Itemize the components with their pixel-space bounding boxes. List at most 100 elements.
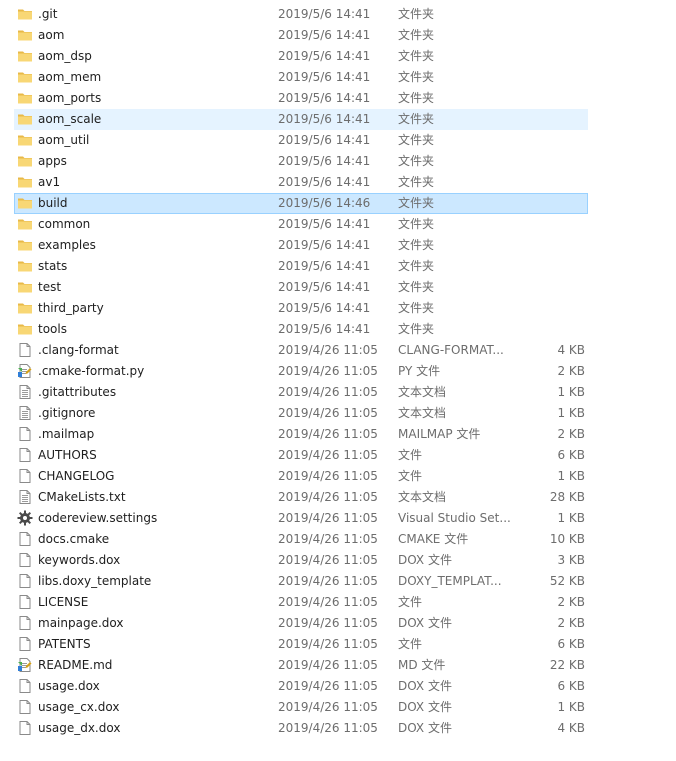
file-row[interactable]: stats 2019/5/6 14:41 文件夹 <box>14 256 588 277</box>
file-date-modified: 2019/4/26 11:05 <box>278 406 378 420</box>
file-date-modified: 2019/4/26 11:05 <box>278 679 378 693</box>
file-type: 文本文档 <box>398 385 447 399</box>
text-file-icon <box>17 404 35 423</box>
file-date-modified: 2019/5/6 14:41 <box>278 322 371 336</box>
file-type: 文件夹 <box>398 70 435 84</box>
file-row[interactable]: .git 2019/5/6 14:41 文件夹 <box>14 4 588 25</box>
folder-icon <box>17 299 35 318</box>
file-name: test <box>38 280 62 294</box>
file-date-modified: 2019/5/6 14:41 <box>278 175 371 189</box>
file-row[interactable]: .clang-format 2019/4/26 11:05 CLANG-FORMAT… <box>14 340 588 361</box>
folder-icon <box>17 89 35 108</box>
file-type: 文件夹 <box>398 259 435 273</box>
file-row[interactable]: .cmake-format.py 2019/4/26 11:05 PY 文件 2 KB <box>14 361 588 382</box>
file-row[interactable]: CMakeLists.txt 2019/4/26 11:05 文本文档 28 KB <box>14 487 588 508</box>
file-date-modified: 2019/4/26 11:05 <box>278 511 378 525</box>
file-row[interactable]: README.md 2019/4/26 11:05 MD 文件 22 KB <box>14 655 588 676</box>
file-row[interactable]: common 2019/5/6 14:41 文件夹 <box>14 214 588 235</box>
file-date-modified: 2019/5/6 14:41 <box>278 280 371 294</box>
file-type: DOX 文件 <box>398 721 452 735</box>
file-row[interactable]: examples 2019/5/6 14:41 文件夹 <box>14 235 588 256</box>
file-type: 文件 <box>398 637 423 651</box>
file-name: .clang-format <box>38 343 119 357</box>
file-row[interactable]: apps 2019/5/6 14:41 文件夹 <box>14 151 588 172</box>
file-type: CMAKE 文件 <box>398 532 469 546</box>
folder-icon <box>17 215 35 234</box>
file-row[interactable]: .gitattributes 2019/4/26 11:05 文本文档 1 KB <box>14 382 588 403</box>
file-row[interactable]: mainpage.dox 2019/4/26 11:05 DOX 文件 2 KB <box>14 613 588 634</box>
file-name: av1 <box>38 175 61 189</box>
file-type: 文件 <box>398 448 423 462</box>
file-type: MAILMAP 文件 <box>398 427 481 441</box>
file-row[interactable]: third_party 2019/5/6 14:41 文件夹 <box>14 298 588 319</box>
folder-icon <box>17 68 35 87</box>
file-row[interactable]: build 2019/5/6 14:46 文件夹 <box>14 193 588 214</box>
folder-icon <box>17 257 35 276</box>
file-name: aom <box>38 28 65 42</box>
file-row[interactable]: LICENSE 2019/4/26 11:05 文件 2 KB <box>14 592 588 613</box>
file-type: MD 文件 <box>398 658 446 672</box>
file-size <box>515 47 585 66</box>
file-date-modified: 2019/4/26 11:05 <box>278 490 378 504</box>
file-name: examples <box>38 238 96 252</box>
file-name: CHANGELOG <box>38 469 115 483</box>
file-icon <box>17 341 35 360</box>
file-row[interactable]: aom_ports 2019/5/6 14:41 文件夹 <box>14 88 588 109</box>
file-row[interactable]: .mailmap 2019/4/26 11:05 MAILMAP 文件 2 KB <box>14 424 588 445</box>
file-name: third_party <box>38 301 104 315</box>
file-date-modified: 2019/5/6 14:41 <box>278 217 371 231</box>
file-type: 文本文档 <box>398 490 447 504</box>
file-size: 28 KB <box>549 490 585 504</box>
file-name: build <box>38 196 68 210</box>
python-file-icon <box>17 362 35 381</box>
file-type: CLANG-FORMAT... <box>398 343 504 357</box>
folder-icon <box>17 320 35 339</box>
file-size: 2 KB <box>557 595 585 609</box>
file-date-modified: 2019/5/6 14:41 <box>278 49 371 63</box>
file-row[interactable]: CHANGELOG 2019/4/26 11:05 文件 1 KB <box>14 466 588 487</box>
file-type: 文件夹 <box>398 217 435 231</box>
file-size: 3 KB <box>557 553 585 567</box>
file-size: 1 KB <box>557 511 585 525</box>
file-size: 1 KB <box>557 700 585 714</box>
file-size <box>515 131 585 150</box>
file-type: DOXY_TEMPLAT... <box>398 574 502 588</box>
file-row[interactable]: libs.doxy_template 2019/4/26 11:05 DOXY_TE… <box>14 571 588 592</box>
file-row[interactable]: PATENTS 2019/4/26 11:05 文件 6 KB <box>14 634 588 655</box>
file-row[interactable]: usage_cx.dox 2019/4/26 11:05 DOX 文件 1 KB <box>14 697 588 718</box>
file-icon <box>17 467 35 486</box>
file-date-modified: 2019/4/26 11:05 <box>278 616 378 630</box>
file-size <box>515 236 585 255</box>
file-row[interactable]: av1 2019/5/6 14:41 文件夹 <box>14 172 588 193</box>
file-type: 文件夹 <box>398 280 435 294</box>
file-date-modified: 2019/4/26 11:05 <box>278 427 378 441</box>
file-row[interactable]: aom 2019/5/6 14:41 文件夹 <box>14 25 588 46</box>
file-name: LICENSE <box>38 595 89 609</box>
file-name: apps <box>38 154 67 168</box>
file-date-modified: 2019/4/26 11:05 <box>278 553 378 567</box>
file-row[interactable]: aom_scale 2019/5/6 14:41 文件夹 <box>14 109 588 130</box>
folder-icon <box>17 236 35 255</box>
file-row[interactable]: tools 2019/5/6 14:41 文件夹 <box>14 319 588 340</box>
file-row[interactable]: AUTHORS 2019/4/26 11:05 文件 6 KB <box>14 445 588 466</box>
file-name: mainpage.dox <box>38 616 124 630</box>
file-type: 文件夹 <box>398 301 435 315</box>
file-row[interactable]: aom_dsp 2019/5/6 14:41 文件夹 <box>14 46 588 67</box>
file-size: 1 KB <box>557 469 585 483</box>
file-row[interactable]: codereview.settings 2019/4/26 11:05 Visual… <box>14 508 588 529</box>
file-row[interactable]: .gitignore 2019/4/26 11:05 文本文档 1 KB <box>14 403 588 424</box>
file-row[interactable]: test 2019/5/6 14:41 文件夹 <box>14 277 588 298</box>
file-row[interactable]: keywords.dox 2019/4/26 11:05 DOX 文件 3 KB <box>14 550 588 571</box>
file-row[interactable]: usage.dox 2019/4/26 11:05 DOX 文件 6 KB <box>14 676 588 697</box>
file-row[interactable]: aom_mem 2019/5/6 14:41 文件夹 <box>14 67 588 88</box>
file-row[interactable]: usage_dx.dox 2019/4/26 11:05 DOX 文件 4 KB <box>14 718 588 739</box>
file-name: aom_ports <box>38 91 102 105</box>
file-row[interactable]: docs.cmake 2019/4/26 11:05 CMAKE 文件 10 KB <box>14 529 588 550</box>
file-name: .cmake-format.py <box>38 364 145 378</box>
file-size: 22 KB <box>549 658 585 672</box>
file-size: 2 KB <box>557 427 585 441</box>
file-row[interactable]: aom_util 2019/5/6 14:41 文件夹 <box>14 130 588 151</box>
file-name: aom_scale <box>38 112 102 126</box>
folder-icon <box>17 5 35 24</box>
file-size: 6 KB <box>557 448 585 462</box>
